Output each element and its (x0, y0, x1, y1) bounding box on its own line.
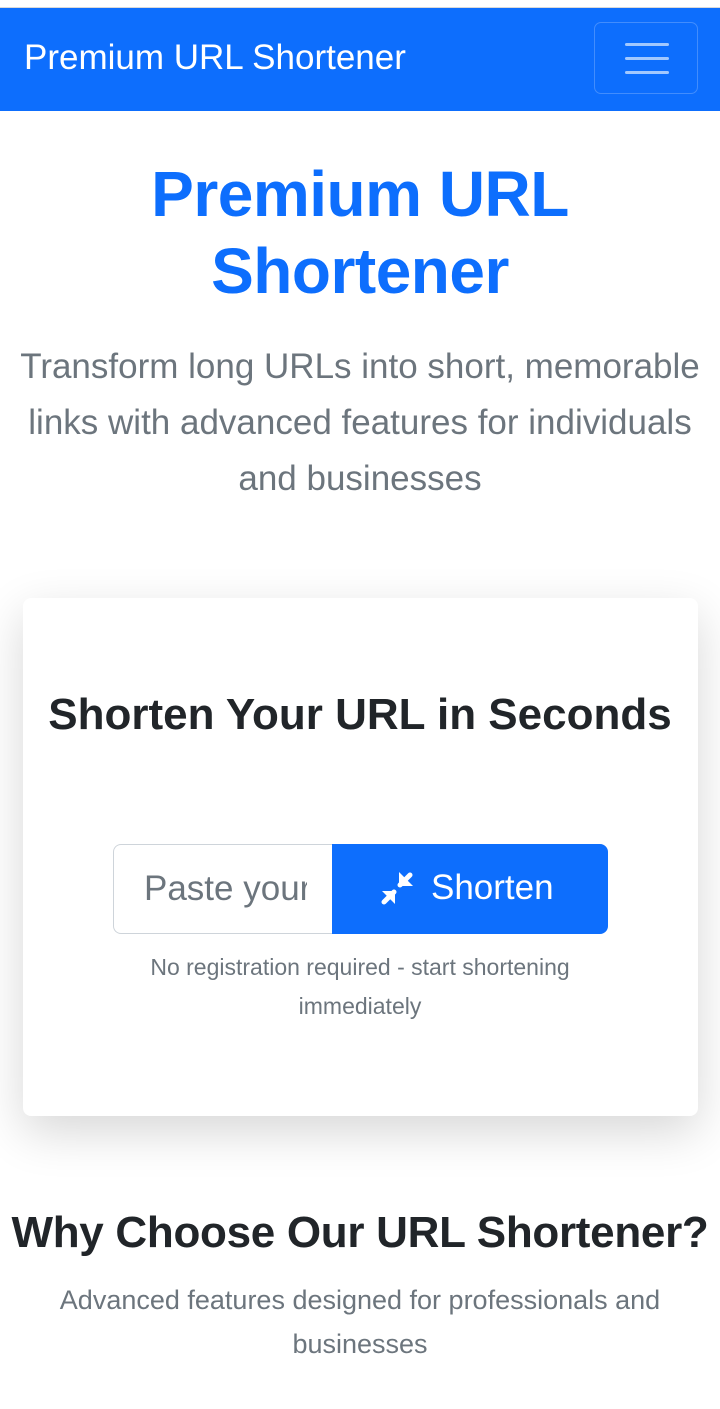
hero-subtitle: Transform long URLs into short, memorabl… (20, 347, 700, 498)
features-section-subtitle: Advanced features designed for professio… (59, 1285, 661, 1359)
browser-top-strip (0, 0, 720, 8)
navbar-brand[interactable]: Premium URL Shortener (24, 38, 406, 78)
shorten-button-label: Shorten (431, 868, 554, 907)
features-section-title: Why Choose Our URL Shortener? (11, 1208, 709, 1257)
navbar: Premium URL Shortener (0, 8, 720, 111)
hero-title: Premium URL Shortener (151, 158, 569, 307)
compress-arrows-icon (381, 872, 413, 905)
shortener-card-title: Shorten Your URL in Seconds (48, 690, 672, 739)
url-input[interactable] (113, 844, 335, 934)
helper-text: No registration required - start shorten… (150, 954, 570, 1019)
navbar-toggler-button[interactable] (594, 22, 698, 94)
shorten-button[interactable]: Shorten (332, 844, 608, 934)
